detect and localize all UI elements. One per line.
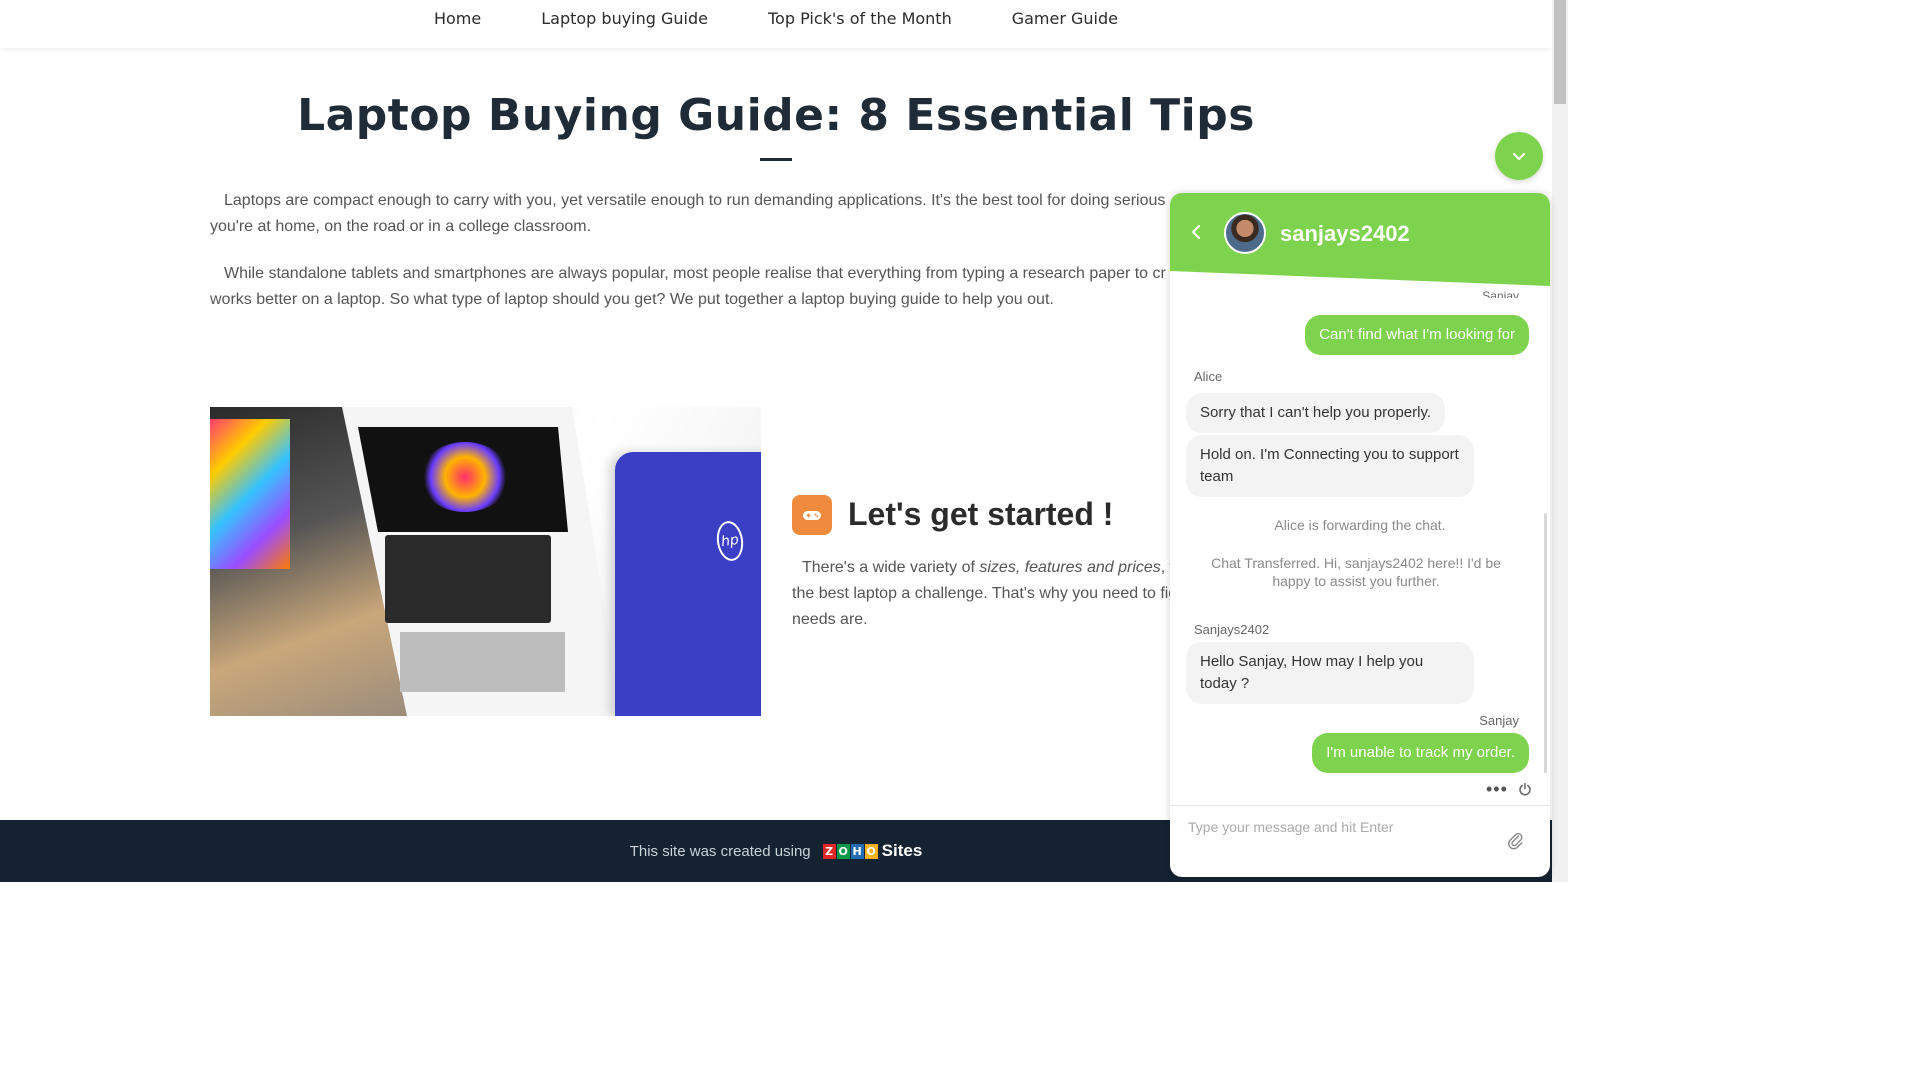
chat-message-input[interactable]: [1188, 816, 1488, 838]
second-line-2: works better on a laptop. So what type o…: [210, 291, 1054, 308]
intro-line-2: you're at home, on the road or in a coll…: [210, 218, 592, 235]
more-options-icon[interactable]: •••: [1486, 780, 1508, 798]
system-message-transferred: Chat Transferred. Hi, sanjays2402 here!!…: [1211, 555, 1501, 589]
chat-message-incoming: Hold on. I'm Connecting you to support t…: [1186, 435, 1474, 497]
chat-message-incoming: Sorry that I can't help you properly.: [1186, 393, 1446, 433]
chevron-down-icon: [1512, 152, 1526, 161]
message-sender-top: Sanjay: [1482, 290, 1519, 298]
chat-input-area: [1170, 805, 1550, 877]
zoho-sites-text: Sites: [881, 841, 923, 860]
section-line-2: the best laptop a challenge. That's why …: [792, 585, 1170, 602]
attachment-icon[interactable]: [1506, 830, 1524, 850]
zoho-letter-z: Z: [822, 843, 836, 859]
section-line-1-text: There's a wide variety of: [802, 559, 980, 576]
laptop-blue-image: [615, 452, 761, 716]
section-line-1: There's a wide variety of sizes, feature…: [792, 555, 1170, 581]
section-emphasis: sizes, features and prices: [979, 559, 1161, 576]
page-scrollbar[interactable]: [1552, 0, 1568, 882]
macbook-keyboard: [385, 535, 551, 623]
intro-paragraph: Laptops are compact enough to carry with…: [210, 188, 1170, 240]
zoho-letter-o1: O: [836, 843, 850, 859]
agent-avatar: [1224, 212, 1266, 254]
second-line-1: While standalone tablets and smartphones…: [224, 265, 1166, 282]
intro-line-1: Laptops are compact enough to carry with…: [224, 192, 1166, 209]
message-sender-agent: Sanjays2402: [1194, 622, 1270, 637]
footer-text: This site was created using: [629, 842, 811, 860]
zoho-logo[interactable]: Z O H O Sites: [822, 841, 923, 861]
macbook-wallpaper: [420, 442, 510, 512]
nav-gamer-guide[interactable]: Gamer Guide: [982, 0, 1148, 48]
chat-message-outgoing: Can't find what I'm looking for: [1305, 315, 1529, 355]
second-paragraph: While standalone tablets and smartphones…: [210, 261, 1170, 313]
end-chat-power-icon[interactable]: [1518, 782, 1532, 796]
chat-message-outgoing: I'm unable to track my order.: [1312, 733, 1529, 773]
nav-top-picks[interactable]: Top Pick's of the Month: [738, 0, 982, 48]
chat-back-button[interactable]: [1190, 221, 1208, 243]
section-line-3: needs are.: [792, 611, 868, 628]
section-title: Let's get started !: [848, 496, 1114, 532]
message-sender-alice: Alice: [1194, 369, 1223, 384]
chat-scrollbar[interactable]: [1544, 513, 1547, 773]
page-scrollbar-thumb[interactable]: [1554, 0, 1566, 104]
nav-laptop-buying-guide[interactable]: Laptop buying Guide: [511, 0, 738, 48]
zoho-letter-h: H: [850, 843, 864, 859]
message-sender-sanjay: Sanjay: [1479, 713, 1519, 728]
macbook-trackpad: [400, 632, 565, 692]
nav-home[interactable]: Home: [404, 0, 511, 48]
gamepad-icon: [792, 495, 832, 535]
chat-message-incoming: Hello Sanjay, How may I help you today ?: [1186, 642, 1474, 704]
laptop-gold-screen: [210, 419, 290, 569]
chat-minimize-button[interactable]: [1495, 132, 1543, 180]
section-paragraph: There's a wide variety of sizes, feature…: [792, 555, 1170, 633]
chat-window: sanjays2402 Sanjay Can't find what I'm l…: [1170, 193, 1550, 877]
chat-tools: •••: [1486, 780, 1532, 798]
title-divider: [760, 158, 792, 161]
section-line-1-tail: , w: [1160, 559, 1170, 576]
chat-messages[interactable]: Sanjay Can't find what I'm looking for A…: [1170, 288, 1550, 803]
chat-agent-name: sanjays2402: [1280, 221, 1410, 246]
system-message-forwarding: Alice is forwarding the chat.: [1274, 517, 1446, 533]
top-navigation: Home Laptop buying Guide Top Pick's of t…: [0, 0, 1552, 48]
chevron-left-icon: [1191, 224, 1201, 240]
laptops-hero-image: hp: [210, 407, 761, 716]
zoho-letter-o2: O: [864, 843, 878, 859]
gamepad-glyph: [803, 511, 821, 520]
page-title: Laptop Buying Guide: 8 Essential Tips: [297, 90, 1255, 141]
